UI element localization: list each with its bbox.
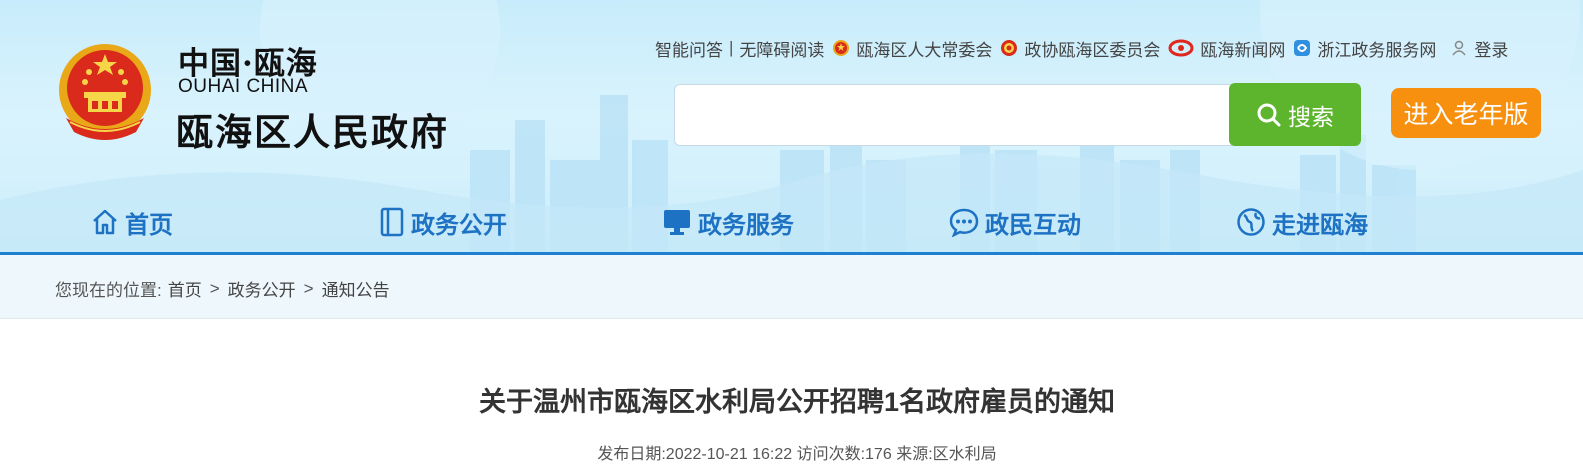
national-emblem-icon <box>59 44 151 140</box>
breadcrumb-separator: > <box>209 278 220 298</box>
nav-item-gov-affairs[interactable]: 政务公开 <box>379 204 507 240</box>
search-button-label: 搜索 <box>1288 103 1334 130</box>
breadcrumb-prefix: 您现在的位置: <box>55 281 162 300</box>
zj-gov-service-icon <box>1294 40 1311 56</box>
nav-item-interaction[interactable]: 政民互动 <box>949 204 1081 240</box>
document-icon <box>380 207 404 237</box>
breadcrumb-item-gov-affairs[interactable]: 政务公开 <box>228 276 296 301</box>
smart-qa-link[interactable]: 智能问答 <box>655 36 723 61</box>
article-source: 区水利局 <box>932 446 997 463</box>
cppcc-emblem-icon <box>1001 40 1018 56</box>
visit-count: 176 <box>865 446 892 463</box>
breadcrumb-item-home[interactable]: 首页 <box>168 276 202 301</box>
top-links-separator: | <box>729 38 734 57</box>
article-title: 关于温州市瓯海区水利局公开招聘1名政府雇员的通知 <box>478 387 1115 417</box>
nav-item-label: 首页 <box>125 211 173 239</box>
cppcc-link[interactable]: 政协瓯海区委员会 <box>1024 36 1160 61</box>
nav-item-about-ouhai[interactable]: 走进瓯海 <box>1236 204 1368 240</box>
search-button[interactable]: 搜索 <box>1229 83 1361 146</box>
nav-item-label: 政务服务 <box>698 211 794 239</box>
breadcrumb-item-notices[interactable]: 通知公告 <box>322 276 390 301</box>
nav-item-label: 政民互动 <box>985 211 1081 239</box>
search-icon <box>1257 103 1281 126</box>
user-icon <box>1452 40 1467 56</box>
publish-date: 2022-10-21 16:22 <box>665 446 793 463</box>
source-label: 来源: <box>896 446 933 463</box>
breadcrumb-separator: > <box>303 278 314 298</box>
article-meta: 发布日期:2022-10-21 16:22 访问次数:176 来源:区水利局 <box>0 440 1583 464</box>
login-link[interactable]: 登录 <box>1474 36 1508 61</box>
globe-icon <box>1237 208 1265 236</box>
top-links-bar: 智能问答 | 无障碍阅读 瓯海区人大常委会 政协瓯海区委员会 瓯海新闻网 浙江政… <box>655 36 1508 60</box>
nav-item-home[interactable]: 首页 <box>91 204 173 240</box>
elder-mode-button[interactable]: 进入老年版 <box>1391 88 1541 138</box>
brand-logo-text-en: OUHAI CHINA <box>178 76 309 97</box>
breadcrumb: 您现在的位置: 首页 > 政务公开 > 通知公告 <box>55 276 390 301</box>
home-icon <box>93 209 117 235</box>
monitor-icon <box>664 210 690 235</box>
nav-item-gov-services[interactable]: 政务服务 <box>662 204 794 240</box>
chat-icon <box>949 208 979 237</box>
emblem-small-icon <box>833 40 850 56</box>
nav-item-label: 政务公开 <box>411 211 507 239</box>
search-input[interactable] <box>674 84 1232 146</box>
visits-label: 访问次数: <box>796 446 866 463</box>
publish-date-label: 发布日期: <box>597 446 666 463</box>
news-logo-icon <box>1168 39 1194 57</box>
npc-standing-committee-link[interactable]: 瓯海区人大常委会 <box>856 36 992 61</box>
ouhai-news-link[interactable]: 瓯海新闻网 <box>1200 36 1285 61</box>
site-title: 瓯海区人民政府 <box>176 110 449 154</box>
zj-gov-service-link[interactable]: 浙江政务服务网 <box>1317 36 1436 61</box>
accessible-reading-link[interactable]: 无障碍阅读 <box>739 36 824 61</box>
nav-item-label: 走进瓯海 <box>1272 211 1368 239</box>
